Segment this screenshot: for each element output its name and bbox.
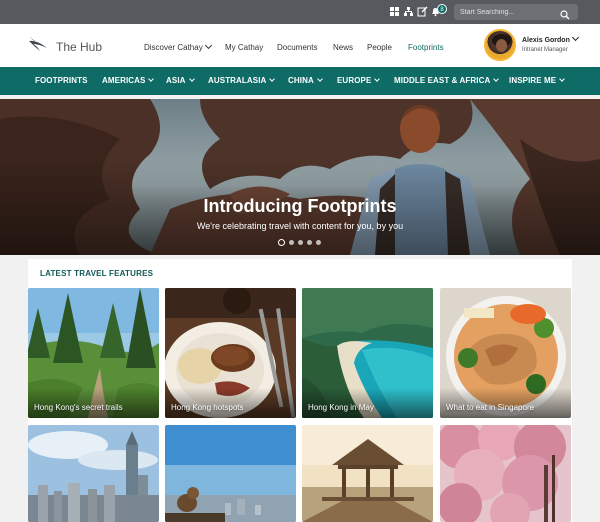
category-label: MIDDLE EAST & AFRICA [394, 76, 491, 85]
chevron-down-icon [559, 76, 566, 82]
card-title: Hong Kong's secret trails [34, 403, 123, 412]
category-china[interactable]: CHINA [288, 76, 323, 85]
category-label: FOOTPRINTS [35, 76, 88, 85]
card-title: Hong Kong in May [308, 403, 374, 412]
search-box[interactable] [454, 4, 578, 20]
hero-title: Introducing Footprints [203, 196, 397, 216]
chevron-down-icon [188, 76, 195, 82]
card-image [28, 425, 159, 522]
category-label: INSPIRE ME [509, 76, 557, 85]
site-header: The Hub Discover Cathay My Cathay Docume… [0, 24, 600, 67]
carousel-dot[interactable] [307, 240, 312, 245]
feature-card-hong-kong-in-may[interactable]: Hong Kong in May [302, 288, 433, 418]
category-label: CHINA [288, 76, 314, 85]
chevron-down-icon [571, 33, 579, 42]
notification-badge: 8 [437, 4, 447, 14]
hero-image [0, 99, 600, 255]
feature-card-cherry-blossom[interactable] [440, 425, 571, 522]
nav-item-my-cathay[interactable]: My Cathay [225, 43, 263, 52]
chevron-down-icon [269, 76, 276, 82]
carousel-dot[interactable] [278, 239, 285, 246]
card-image [302, 425, 433, 522]
carousel-dot[interactable] [298, 240, 303, 245]
nav-item-news[interactable]: News [333, 43, 353, 52]
feature-card-pavilion[interactable] [302, 425, 433, 522]
windows-icon[interactable] [389, 6, 400, 17]
user-menu[interactable]: Alexis Gordon [522, 33, 579, 44]
category-australasia[interactable]: AUSTRALASIA [208, 76, 276, 85]
category-europe[interactable]: EUROPE [337, 76, 381, 85]
feature-card-singapore-food[interactable]: What to eat in Singapore [440, 288, 571, 418]
nav-item-people[interactable]: People [367, 43, 392, 52]
features-panel: LATEST TRAVEL FEATURES Hong Kong's secre… [28, 259, 572, 522]
category-americas[interactable]: AMERICAS [102, 76, 155, 85]
avatar[interactable] [484, 29, 516, 61]
user-role: Intranet Manager [522, 47, 568, 53]
hero-subtitle: We're celebrating travel with content fo… [196, 221, 404, 231]
carousel-dot[interactable] [289, 240, 294, 245]
category-label: ASIA [166, 76, 186, 85]
nav-item-discover-cathay[interactable]: Discover Cathay [144, 41, 212, 52]
feature-card-city-skyline[interactable] [28, 425, 159, 522]
feature-card-monkey-view[interactable] [165, 425, 296, 522]
card-image [440, 425, 571, 522]
category-nav: FOOTPRINTS AMERICAS ASIA AUSTRALASIA CHI… [0, 67, 600, 95]
search-icon[interactable] [560, 7, 570, 20]
edit-icon[interactable] [417, 6, 428, 17]
card-title: Hong Kong hotspots [171, 403, 244, 412]
chevron-down-icon [204, 41, 212, 50]
feature-card-secret-trails[interactable]: Hong Kong's secret trails [28, 288, 159, 418]
app-frame: 8 The Hub Discover Cathay My Cathay Docu… [0, 0, 600, 522]
nav-label: Discover Cathay [144, 43, 203, 52]
chevron-down-icon [148, 76, 155, 82]
search-input[interactable] [460, 5, 556, 19]
category-middle-east-africa[interactable]: MIDDLE EAST & AFRICA [394, 76, 500, 85]
carousel-dot[interactable] [316, 240, 321, 245]
nav-item-documents[interactable]: Documents [277, 43, 317, 52]
chevron-down-icon [317, 76, 323, 82]
chevron-down-icon [493, 76, 500, 82]
card-title: What to eat in Singapore [446, 403, 535, 412]
avatar-face [496, 39, 507, 52]
feature-card-hotspots[interactable]: Hong Kong hotspots [165, 288, 296, 418]
user-name: Alexis Gordon [522, 37, 570, 44]
chevron-down-icon [374, 76, 381, 82]
card-image [165, 425, 296, 522]
sitemap-icon[interactable] [403, 6, 414, 17]
category-label: EUROPE [337, 76, 372, 85]
category-asia[interactable]: ASIA [166, 76, 195, 85]
category-inspire-me[interactable]: INSPIRE ME [509, 76, 566, 85]
category-label: AUSTRALASIA [208, 76, 267, 85]
brushwing-logo-icon[interactable] [27, 32, 49, 54]
category-label: AMERICAS [102, 76, 146, 85]
category-footprints[interactable]: FOOTPRINTS [35, 76, 88, 85]
hero-banner[interactable]: Introducing Footprints We're celebrating… [0, 99, 600, 255]
section-title: LATEST TRAVEL FEATURES [40, 269, 154, 278]
nav-item-footprints[interactable]: Footprints [408, 43, 444, 52]
brand-name[interactable]: The Hub [56, 40, 102, 54]
utility-bar: 8 [0, 0, 600, 24]
